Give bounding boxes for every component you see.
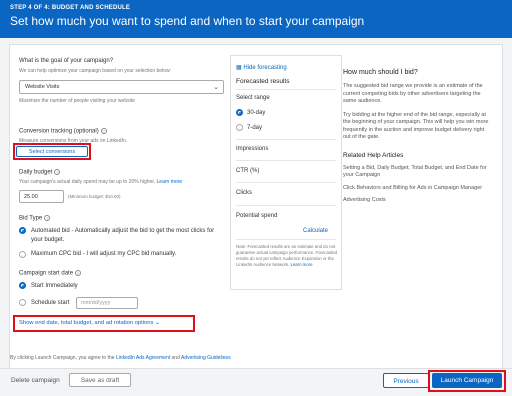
impressions-label: Impressions <box>236 146 269 152</box>
clicks-label: Clicks <box>236 190 252 196</box>
related-articles-title: Related Help Articles <box>343 151 404 159</box>
chart-icon: ▦ <box>236 65 242 71</box>
help-paragraph-1: The suggested bid range we provide is an… <box>343 83 483 104</box>
bid-type-label: Bid Type? <box>19 215 51 222</box>
help-icon[interactable]: ? <box>54 169 61 175</box>
max-cpc-bid-label: Maximum CPC bid - I will adjust my CPC b… <box>31 251 177 257</box>
save-draft-button[interactable]: Save as draft <box>69 373 131 387</box>
schedule-start-label: Schedule start <box>31 300 70 306</box>
budget-card: What is the goal of your campaign? We ca… <box>9 44 503 369</box>
automated-bid-radio[interactable] <box>19 227 26 234</box>
range-7-day-label: 7-day <box>247 125 263 131</box>
help-icon[interactable]: ? <box>44 215 51 221</box>
calculate-link[interactable]: Calculate <box>303 228 328 234</box>
ctr-label: CTR (%) <box>236 168 260 174</box>
goal-select[interactable]: Website Visits ⌄ <box>19 80 224 94</box>
divider <box>236 205 336 206</box>
divider <box>236 239 336 240</box>
daily-budget-sub-text: Your campaign's actual daily spend may b… <box>19 179 156 185</box>
divider <box>236 89 336 90</box>
agreement-prefix: By clicking Launch Campaign, you agree t… <box>10 355 115 361</box>
show-more-options-link[interactable]: Show end date, total budget, and ad rota… <box>19 320 160 326</box>
forecast-note-text: Note: Forecasted results are an estimate… <box>236 244 338 267</box>
page-header: STEP 4 OF 4: BUDGET AND SCHEDULE Set how… <box>0 0 512 38</box>
help-panel: How much should I bid? The suggested bid… <box>343 69 493 205</box>
goal-sub: We can help optimize your campaign based… <box>19 68 171 74</box>
start-immediately-radio[interactable] <box>19 282 26 289</box>
advertising-guidelines-link[interactable]: Advertising Guidelines <box>181 355 231 361</box>
goal-hint: Maximize the number of people visiting y… <box>19 98 135 104</box>
agreement-note: By clicking Launch Campaign, you agree t… <box>10 355 231 361</box>
divider <box>236 160 336 161</box>
footer-divider <box>0 368 512 369</box>
agreement-and: and <box>171 355 180 361</box>
ads-agreement-link[interactable]: LinkedIn Ads Agreement <box>116 355 170 361</box>
page-title: Set how much you want to spend and when … <box>10 14 365 28</box>
help-link-click-behaviors[interactable]: Click Behaviors and Billing for Ads in C… <box>343 185 493 193</box>
forecast-panel: ▦ Hide forecasting Forecasted results Se… <box>230 55 342 290</box>
start-date-label: Campaign start date? <box>19 270 82 277</box>
help-icon[interactable]: ? <box>100 128 107 134</box>
launch-campaign-button[interactable]: Launch Campaign <box>432 373 502 388</box>
daily-budget-input[interactable]: 25.00 <box>19 190 64 203</box>
hide-forecasting-text: Hide forecasting <box>243 65 287 71</box>
conversion-label-text: Conversion tracking (optional) <box>19 128 99 135</box>
select-range-label: Select range <box>236 95 270 101</box>
forecast-learn-more-link[interactable]: Learn more <box>290 262 312 267</box>
automated-bid-label: Automated bid - Automatically adjust the… <box>31 228 215 243</box>
help-link-advertising-costs[interactable]: Advertising Costs <box>343 197 493 205</box>
help-title: How much should I bid? <box>343 69 418 76</box>
daily-budget-sub: Your campaign's actual daily spend may b… <box>19 179 182 185</box>
start-date-input[interactable]: mm/dd/yyyy <box>76 297 138 309</box>
help-link-setting-bid[interactable]: Setting a Bid, Daily Budget, Total Budge… <box>343 165 493 180</box>
step-indicator: STEP 4 OF 4: BUDGET AND SCHEDULE <box>10 5 131 11</box>
max-cpc-bid-radio[interactable] <box>19 251 26 258</box>
daily-budget-label: Daily budget? <box>19 169 61 176</box>
schedule-start-radio[interactable] <box>19 299 26 306</box>
range-7-day-radio[interactable] <box>236 124 243 131</box>
previous-button[interactable]: Previous <box>383 373 429 388</box>
start-immediately-label: Start Immediately <box>31 283 78 289</box>
goal-select-value: Website Visits <box>25 84 60 90</box>
minimum-budget-note: (Minimum budget: $10.00) <box>68 194 121 199</box>
range-30-day-radio[interactable] <box>236 109 243 116</box>
divider <box>236 139 336 140</box>
start-date-label-text: Campaign start date <box>19 270 74 277</box>
bid-type-label-text: Bid Type <box>19 215 43 222</box>
chevron-down-icon: ⌄ <box>213 84 219 91</box>
select-conversions-button[interactable]: Select conversions <box>16 146 88 157</box>
help-paragraph-2: Try bidding at the higher end of the bid… <box>343 111 489 141</box>
delete-campaign-button[interactable]: Delete campaign <box>11 377 60 384</box>
goal-label: What is the goal of your campaign? <box>19 58 114 64</box>
help-icon[interactable]: ? <box>75 270 82 276</box>
learn-more-link[interactable]: Learn more <box>157 179 183 185</box>
forecast-note: Note: Forecasted results are an estimate… <box>236 244 338 268</box>
chevron-down-icon: ⌄ <box>155 320 160 326</box>
forecast-title: Forecasted results <box>236 78 290 85</box>
hide-forecasting-link[interactable]: ▦ Hide forecasting <box>236 64 287 71</box>
conversion-label: Conversion tracking (optional)? <box>19 128 107 135</box>
divider <box>236 182 336 183</box>
potential-spend-label: Potential spend <box>236 213 278 219</box>
range-30-day-label: 30-day <box>247 110 266 116</box>
show-more-options-text: Show end date, total budget, and ad rota… <box>19 320 154 326</box>
daily-budget-label-text: Daily budget <box>19 169 53 176</box>
